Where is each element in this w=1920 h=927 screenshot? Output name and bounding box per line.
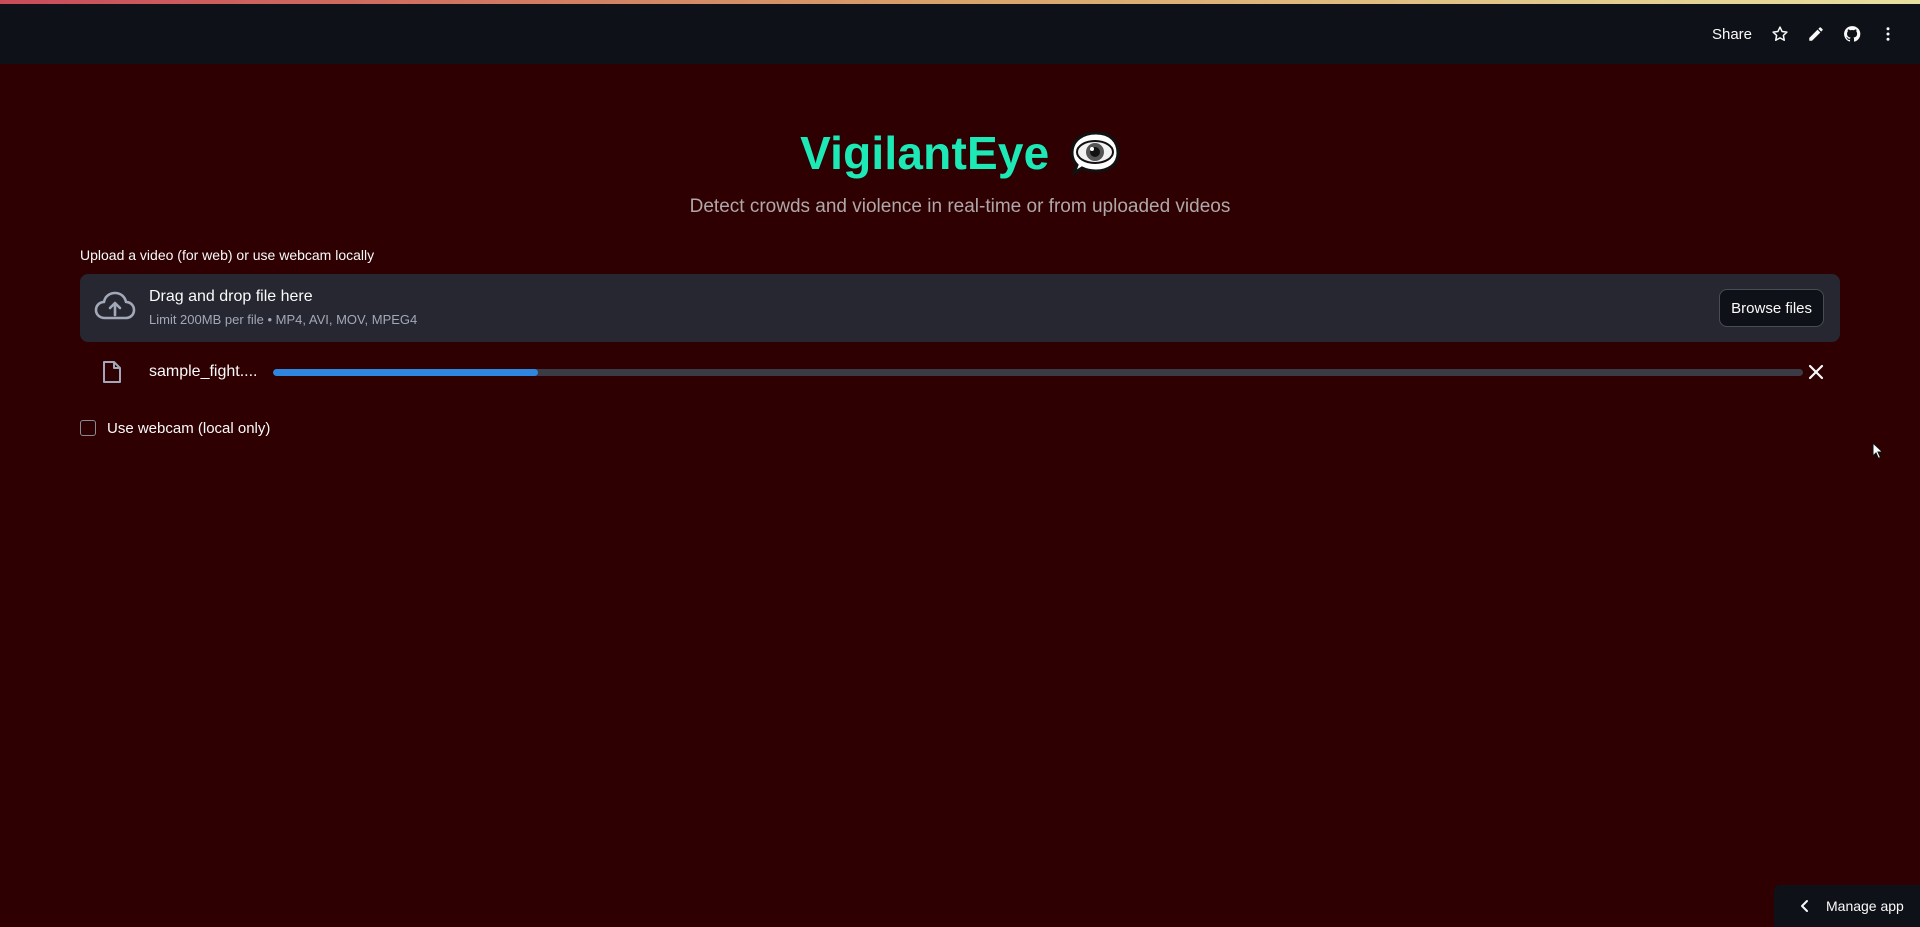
page-subtitle: Detect crowds and violence in real-time … <box>689 196 1231 217</box>
file-icon <box>102 360 122 384</box>
uploaded-file-row: sample_fight.... <box>80 354 1840 390</box>
github-icon[interactable] <box>1834 16 1870 52</box>
dropzone-limits: Limit 200MB per file • MP4, AVI, MOV, MP… <box>149 312 418 327</box>
webcam-checkbox-label[interactable]: Use webcam (local only) <box>107 420 270 437</box>
chevron-left-icon <box>1798 899 1812 913</box>
title-row: VigilantEye <box>80 126 1840 180</box>
dropzone-title: Drag and drop file here <box>149 288 313 305</box>
upload-progress-bar <box>273 369 1803 376</box>
header-actions: Share <box>1702 4 1906 64</box>
mouse-cursor-icon <box>1872 441 1884 460</box>
uploader-label: Upload a video (for web) or use webcam l… <box>80 247 375 263</box>
file-name: sample_fight.... <box>149 363 258 380</box>
upload-progress-fill <box>273 369 538 376</box>
app-header: Share <box>0 4 1920 64</box>
star-icon[interactable] <box>1762 16 1798 52</box>
webcam-option: Use webcam (local only) <box>80 417 270 439</box>
more-vertical-icon[interactable] <box>1870 16 1906 52</box>
webcam-checkbox[interactable] <box>80 420 96 436</box>
cloud-upload-icon <box>94 288 136 328</box>
manage-app-button[interactable]: Manage app <box>1774 885 1920 927</box>
remove-file-icon[interactable] <box>1806 362 1826 382</box>
manage-app-label: Manage app <box>1826 898 1904 914</box>
eye-speech-bubble-icon <box>1068 131 1120 177</box>
page-title: VigilantEye <box>800 127 1050 179</box>
share-button[interactable]: Share <box>1702 20 1762 49</box>
pencil-icon[interactable] <box>1798 16 1834 52</box>
file-dropzone[interactable]: Drag and drop file here Limit 200MB per … <box>80 274 1840 342</box>
browse-files-button[interactable]: Browse files <box>1719 289 1824 327</box>
